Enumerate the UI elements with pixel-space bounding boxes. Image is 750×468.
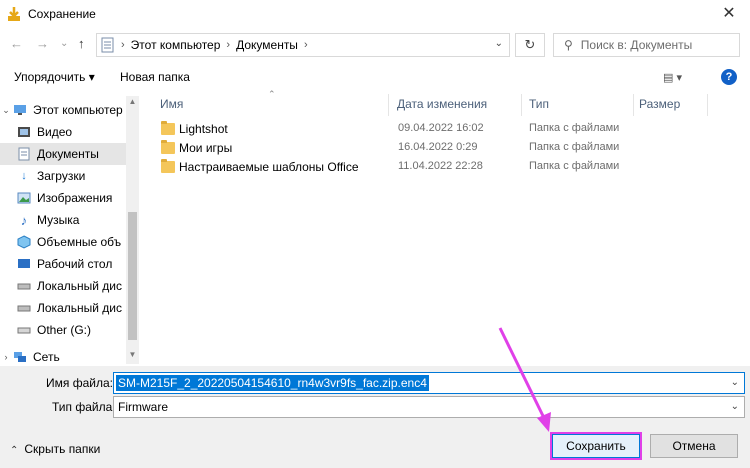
address-dropdown-button[interactable]: ⌄ (495, 38, 503, 49)
sidebar-item-3d-objects[interactable]: Объемные объ (0, 231, 126, 253)
up-button[interactable]: ↑ (78, 36, 85, 51)
sidebar-item-network[interactable]: › Сеть (0, 346, 126, 366)
column-divider[interactable] (707, 94, 708, 116)
breadcrumb-this-pc[interactable]: Этот компьютер (131, 38, 221, 52)
navigation-bar: ← → ⌄ ↑ › Этот компьютер › Документы › ⌄… (0, 28, 750, 62)
address-bar[interactable]: › Этот компьютер › Документы › ⌄ (96, 33, 510, 57)
column-header-type[interactable]: Тип (529, 97, 549, 111)
save-button[interactable]: Сохранить (552, 434, 640, 458)
filename-input[interactable]: SM-M215F_2_20220504154610_rn4w3vr9fs_fac… (113, 372, 745, 394)
scrollbar-thumb[interactable] (128, 212, 137, 340)
sidebar-item-video[interactable]: Видео (0, 121, 126, 143)
local-disk-icon (16, 278, 32, 294)
command-bar: Упорядочить ▾ Новая папка ▤ ▾ ? (0, 62, 750, 92)
column-divider[interactable] (388, 94, 389, 116)
view-options-button[interactable]: ▤ ▾ (663, 71, 682, 84)
file-type: Папка с файлами (529, 141, 620, 153)
sidebar-item-documents[interactable]: Документы (0, 143, 126, 165)
column-header-name[interactable]: Имя (160, 97, 183, 111)
filename-label: Имя файла: (46, 376, 113, 390)
search-input[interactable]: ⚲ Поиск в: Документы (553, 33, 740, 57)
column-divider[interactable] (633, 94, 634, 116)
save-form: Имя файла: SM-M215F_2_20220504154610_rn4… (0, 366, 750, 468)
desktop-icon (16, 256, 32, 272)
file-name: Настраиваемые шаблоны Office (179, 160, 359, 174)
filetype-select[interactable]: Firmware ⌄ (113, 396, 745, 418)
chevron-right-icon[interactable]: › (0, 352, 12, 362)
column-divider[interactable] (521, 94, 522, 116)
scroll-up-arrow[interactable]: ▲ (126, 97, 139, 106)
navigation-pane: ⌄ Этот компьютер Видео Документы ↓ Загру… (0, 94, 139, 366)
column-header-date[interactable]: Дата изменения (397, 97, 487, 111)
filename-dropdown-button[interactable]: ⌄ (731, 377, 739, 388)
chevron-down-icon[interactable]: ⌄ (0, 105, 12, 116)
search-icon: ⚲ (564, 38, 573, 52)
hide-folders-toggle[interactable]: ⌃ Скрыть папки (10, 442, 100, 456)
file-date: 16.04.2022 0:29 (398, 141, 478, 153)
cancel-button[interactable]: Отмена (650, 434, 738, 458)
new-folder-button[interactable]: Новая папка (120, 70, 190, 84)
column-header-size[interactable]: Размер (639, 97, 680, 111)
breadcrumb-separator[interactable]: › (304, 39, 308, 51)
file-type: Папка с файлами (529, 160, 620, 172)
file-type: Папка с файлами (529, 122, 620, 134)
recent-locations-button[interactable]: ⌄ (60, 38, 68, 49)
file-name: Мои игры (179, 141, 233, 155)
file-row-office-templates[interactable]: Настраиваемые шаблоны Office 11.04.2022 … (157, 158, 743, 178)
help-button[interactable]: ? (721, 69, 737, 85)
sidebar-item-this-pc[interactable]: ⌄ Этот компьютер (0, 99, 126, 121)
window-title: Сохранение (28, 7, 96, 21)
sidebar-item-downloads[interactable]: ↓ Загрузки (0, 165, 126, 187)
downloads-icon: ↓ (21, 170, 27, 182)
hide-folders-label: Скрыть папки (24, 442, 101, 456)
video-icon (16, 124, 32, 140)
sidebar-item-local-disk-2[interactable]: Локальный дис (0, 297, 126, 319)
file-row-my-games[interactable]: Мои игры 16.04.2022 0:29 Папка с файлами (157, 139, 743, 159)
breadcrumb-separator: › (121, 39, 125, 51)
organize-button[interactable]: Упорядочить ▾ (14, 70, 95, 84)
images-icon (16, 190, 32, 206)
title-bar: Сохранение ✕ (0, 0, 750, 28)
sidebar-item-local-disk-1[interactable]: Локальный дис (0, 275, 126, 297)
filetype-dropdown-button[interactable]: ⌄ (731, 401, 739, 412)
filename-value[interactable]: SM-M215F_2_20220504154610_rn4w3vr9fs_fac… (116, 375, 429, 391)
sidebar-item-images[interactable]: Изображения (0, 187, 126, 209)
search-placeholder: Поиск в: Документы (580, 38, 693, 52)
documents-icon (16, 146, 32, 162)
network-icon (12, 349, 28, 365)
3d-objects-icon (16, 234, 32, 250)
breadcrumb-separator[interactable]: › (226, 39, 230, 51)
sidebar-item-other-drive[interactable]: Other (G:) (0, 319, 126, 341)
back-button[interactable]: ← (10, 36, 23, 51)
chevron-up-icon: ⌃ (10, 445, 19, 456)
scroll-down-arrow[interactable]: ▼ (126, 350, 139, 359)
sidebar-item-music[interactable]: ♪ Музыка (0, 209, 126, 231)
refresh-button[interactable]: ↻ (515, 33, 545, 57)
sidebar-item-desktop[interactable]: Рабочий стол (0, 253, 126, 275)
file-row-lightshot[interactable]: Lightshot 09.04.2022 16:02 Папка с файла… (157, 120, 743, 140)
close-button[interactable]: ✕ (718, 3, 740, 23)
breadcrumb-documents[interactable]: Документы (236, 38, 298, 52)
folder-icon (161, 159, 175, 173)
file-name: Lightshot (179, 122, 228, 136)
computer-icon (12, 102, 28, 118)
local-disk-icon (16, 300, 32, 316)
documents-location-icon (101, 37, 114, 53)
file-list: ⌃ Имя Дата изменения Тип Размер Lightsho… (141, 89, 750, 366)
filetype-label: Тип файла: (52, 400, 116, 414)
music-icon: ♪ (20, 212, 28, 228)
folder-icon (161, 121, 175, 135)
filetype-value: Firmware (118, 400, 168, 414)
forward-button[interactable]: → (36, 36, 49, 51)
file-date: 09.04.2022 16:02 (398, 122, 484, 134)
drive-icon (16, 322, 32, 338)
sort-indicator-icon: ⌃ (268, 89, 276, 99)
save-download-icon (8, 7, 20, 21)
file-date: 11.04.2022 22:28 (398, 160, 483, 172)
folder-icon (161, 140, 175, 154)
